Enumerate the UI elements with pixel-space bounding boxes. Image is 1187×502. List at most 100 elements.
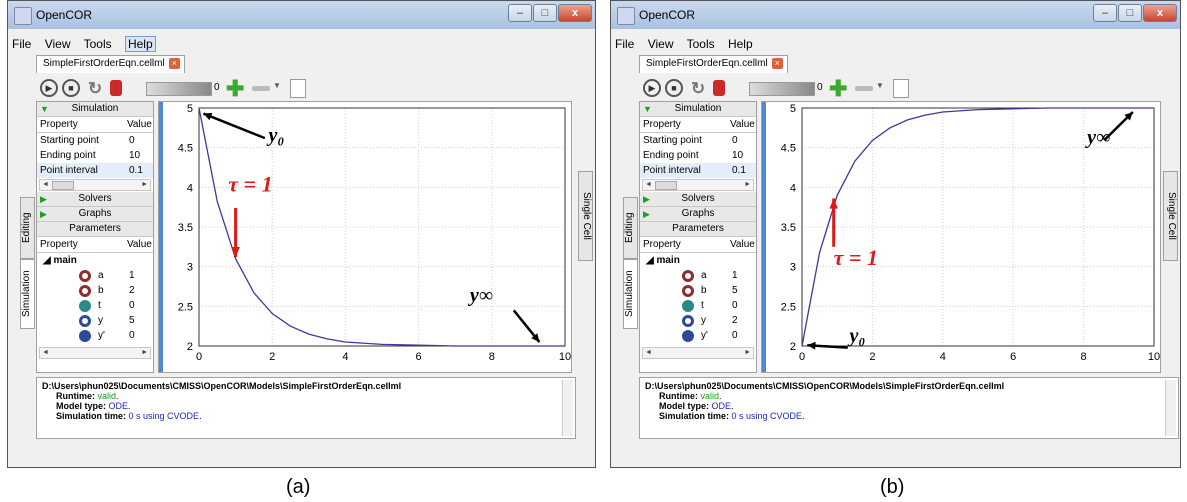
- parameter-value[interactable]: 1: [129, 268, 135, 283]
- parameter-value[interactable]: 0: [129, 328, 135, 343]
- delay-slider[interactable]: [749, 82, 815, 96]
- clear-data-icon[interactable]: [110, 80, 122, 96]
- parameter-value[interactable]: 1: [732, 268, 738, 283]
- stop-icon[interactable]: ■: [665, 79, 683, 97]
- y-tick-label: 2.5: [178, 301, 193, 313]
- parameter-row[interactable]: y2: [640, 313, 756, 328]
- table-row[interactable]: Starting point 0: [37, 133, 153, 148]
- maximize-button[interactable]: □: [533, 4, 557, 22]
- component-row[interactable]: ◢ main: [640, 253, 756, 268]
- parameter-row[interactable]: y' 0: [37, 328, 153, 343]
- maximize-button[interactable]: □: [1118, 4, 1142, 22]
- toolbar: ▶ ■ ↻ 0 ✚ ▼: [36, 76, 386, 102]
- menu-tools[interactable]: Tools: [687, 37, 715, 51]
- section-solvers[interactable]: ▶ Solvers: [640, 192, 756, 207]
- close-tab-icon[interactable]: ×: [168, 58, 180, 69]
- clear-data-icon[interactable]: [713, 80, 725, 96]
- table-row[interactable]: Point interval 0.1: [640, 163, 756, 178]
- horizontal-scrollbar[interactable]: ◄ ►: [39, 347, 151, 359]
- menu-help[interactable]: Help: [124, 36, 156, 52]
- section-parameters[interactable]: Parameters: [640, 222, 756, 237]
- table-row[interactable]: Ending point 10: [640, 148, 756, 163]
- run-icon[interactable]: ▶: [643, 79, 661, 97]
- reset-icon[interactable]: ↻: [691, 79, 705, 99]
- table-row[interactable]: Ending point 10: [37, 148, 153, 163]
- section-simulation[interactable]: ▼ Simulation: [37, 102, 153, 117]
- horizontal-scrollbar[interactable]: ◄ ►: [39, 179, 151, 191]
- annotation-arrow: [202, 112, 266, 140]
- tab-single-cell[interactable]: Single Cell: [578, 171, 593, 261]
- menu-help[interactable]: Help: [728, 37, 753, 51]
- export-icon[interactable]: [290, 79, 306, 98]
- add-graph-icon[interactable]: ✚: [226, 76, 244, 102]
- menu-view[interactable]: View: [45, 37, 71, 51]
- section-solvers[interactable]: ▶ Solvers: [37, 192, 153, 207]
- parameter-value[interactable]: 0: [129, 298, 135, 313]
- table-row[interactable]: Point interval 0.1: [37, 163, 153, 178]
- file-tab-label: SimpleFirstOrderEqn.cellml: [646, 58, 768, 70]
- menu-view[interactable]: View: [648, 37, 674, 51]
- chevron-down-icon[interactable]: ▼: [876, 81, 884, 90]
- minimize-button[interactable]: –: [508, 4, 532, 22]
- parameter-row[interactable]: t0: [37, 298, 153, 313]
- stop-icon[interactable]: ■: [62, 79, 80, 97]
- close-tab-icon[interactable]: ×: [771, 58, 783, 69]
- vertical-scrollbar[interactable]: [562, 380, 573, 436]
- tab-simulation[interactable]: Simulation: [20, 259, 35, 329]
- close-button[interactable]: x: [1143, 4, 1177, 22]
- parameter-value[interactable]: 5: [732, 283, 738, 298]
- tab-simulation[interactable]: Simulation: [623, 259, 638, 329]
- section-graphs[interactable]: ▶ Graphs: [37, 207, 153, 222]
- parameter-name: b: [701, 285, 707, 296]
- parameter-value[interactable]: 2: [129, 283, 135, 298]
- file-tab[interactable]: SimpleFirstOrderEqn.cellml ×: [36, 55, 185, 73]
- parameter-value[interactable]: 0: [732, 328, 738, 343]
- parameter-row[interactable]: a1: [37, 268, 153, 283]
- parameter-row[interactable]: t0: [640, 298, 756, 313]
- export-icon[interactable]: [893, 79, 909, 98]
- title-bar[interactable]: OpenCOR – □ x: [8, 1, 595, 29]
- menu-tools[interactable]: Tools: [84, 37, 112, 51]
- graph-panel[interactable]: 0 2 4 6 8 10 2 2.5 3 3.5 4 4.5 5 y₀ τ = 1 y∞: [158, 101, 572, 373]
- close-button[interactable]: x: [558, 4, 592, 22]
- run-icon[interactable]: ▶: [40, 79, 58, 97]
- add-graph-icon[interactable]: ✚: [829, 76, 847, 102]
- parameter-value[interactable]: 5: [129, 313, 135, 328]
- x-tick-label: 4: [940, 351, 946, 363]
- menu-file[interactable]: File: [12, 37, 31, 51]
- toolbar: ▶ ■ ↻ 0 ✚ ▼: [639, 76, 989, 102]
- x-tick-label: 8: [489, 351, 495, 363]
- parameter-row[interactable]: y5: [37, 313, 153, 328]
- parameter-value[interactable]: 0: [732, 298, 738, 313]
- parameter-row[interactable]: y' 0: [640, 328, 756, 343]
- menu-file[interactable]: File: [615, 37, 634, 51]
- file-tab[interactable]: SimpleFirstOrderEqn.cellml ×: [639, 55, 788, 73]
- parameter-row[interactable]: b2: [37, 283, 153, 298]
- graph-panel[interactable]: 0 2 4 6 8 10 2 2.5 3 3.5 4 4.5 5 y₀ τ = 1 y∞: [761, 101, 1161, 373]
- parameter-value[interactable]: 2: [732, 313, 738, 328]
- title-bar[interactable]: OpenCOR – □ x: [611, 1, 1180, 29]
- remove-graph-icon[interactable]: [252, 86, 270, 91]
- reset-icon[interactable]: ↻: [88, 79, 102, 99]
- table-header: Property Value: [37, 237, 153, 253]
- tab-single-cell[interactable]: Single Cell: [1163, 171, 1178, 261]
- remove-graph-icon[interactable]: [855, 86, 873, 91]
- chevron-down-icon[interactable]: ▼: [273, 81, 281, 90]
- horizontal-scrollbar[interactable]: ◄ ►: [642, 179, 754, 191]
- section-graphs[interactable]: ▶ Graphs: [640, 207, 756, 222]
- delay-slider[interactable]: [146, 82, 212, 96]
- sim-time-value: 0 s using CVODE: [731, 411, 803, 421]
- component-row[interactable]: ◢ main: [37, 253, 153, 268]
- tab-editing[interactable]: Editing: [623, 197, 638, 259]
- section-simulation[interactable]: ▼ Simulation: [640, 102, 756, 117]
- tab-editing[interactable]: Editing: [20, 197, 35, 259]
- voi-icon: [79, 300, 91, 312]
- parameter-row[interactable]: a1: [640, 268, 756, 283]
- parameter-row[interactable]: b5: [640, 283, 756, 298]
- vertical-scrollbar[interactable]: [1165, 380, 1176, 436]
- horizontal-scrollbar[interactable]: ◄ ►: [642, 347, 754, 359]
- table-row[interactable]: Starting point 0: [640, 133, 756, 148]
- y-tick-label: 3: [790, 262, 796, 274]
- section-parameters[interactable]: Parameters: [37, 222, 153, 237]
- minimize-button[interactable]: –: [1093, 4, 1117, 22]
